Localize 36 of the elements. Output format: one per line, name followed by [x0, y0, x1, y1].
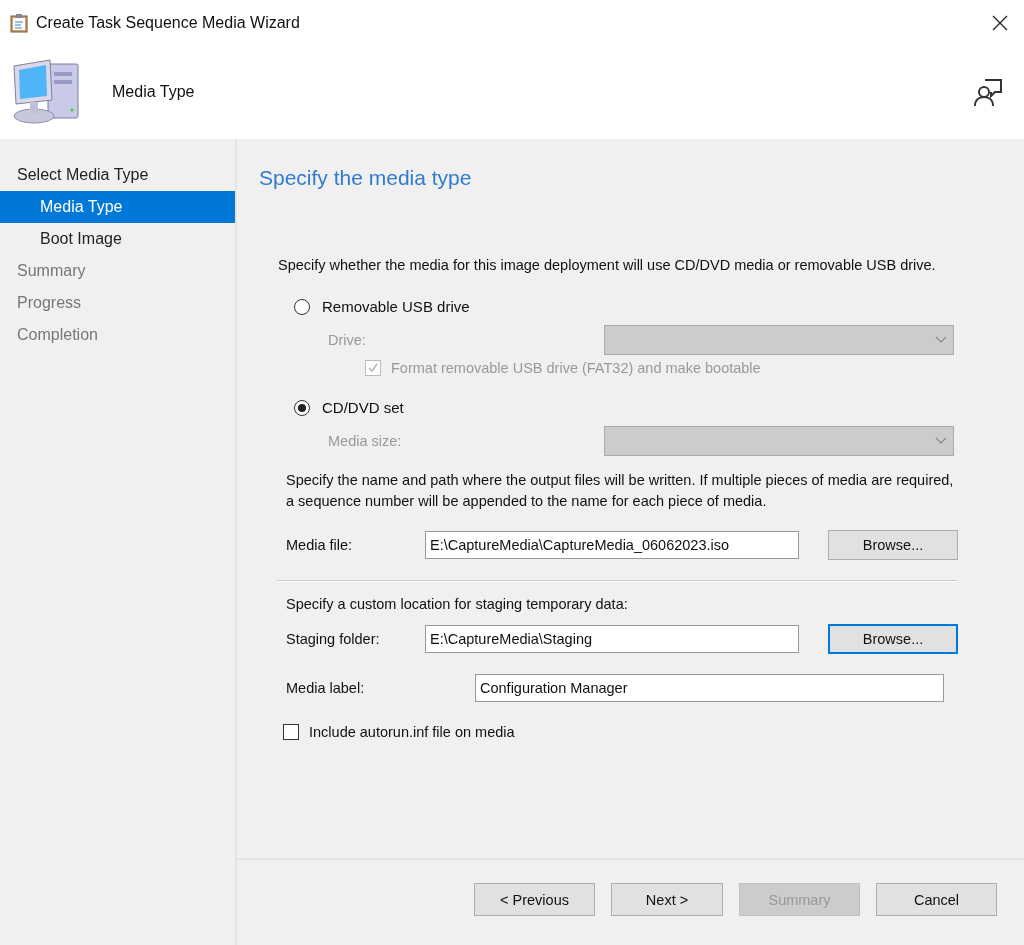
- wizard-step: Progress: [0, 287, 82, 319]
- input-field[interactable]: E:\CaptureMedia\CaptureMedia_06062023.iso: [425, 531, 799, 559]
- chevron-down-icon: [935, 437, 947, 445]
- input-field[interactable]: Configuration Manager: [475, 674, 944, 702]
- window-title: Create Task Sequence Media Wizard: [36, 13, 300, 32]
- wizard-step: Boot Image: [0, 223, 122, 255]
- instruction-text: Specify the name and path where the output files will be written. If multiple pieces of media are required, a sequence number will be appended to the name for each piece of media.: [286, 471, 955, 511]
- field-label: Media label:: [286, 680, 366, 696]
- field-label: Media file:: [286, 537, 354, 553]
- instruction-text: Specify whether the media for this image deployment will use CD/DVD media or removable USB drive.: [278, 256, 937, 275]
- input-field[interactable]: E:\CaptureMedia\Staging: [425, 625, 799, 653]
- wizard-step: Media Type: [0, 191, 235, 223]
- browse-button[interactable]: Browse...: [828, 624, 958, 654]
- wizard-button[interactable]: Next >: [611, 883, 723, 916]
- browse-button[interactable]: Browse...: [828, 530, 958, 560]
- wizard-step: Select Media Type: [0, 159, 149, 191]
- section-heading: Specify the media type: [259, 166, 472, 190]
- chevron-down-icon: [935, 336, 947, 344]
- close-icon[interactable]: [992, 14, 1008, 31]
- wizard-step: Completion: [0, 319, 98, 351]
- dropdown-label: Media size:: [328, 433, 403, 449]
- radio-label[interactable]: Removable USB drive: [322, 298, 470, 315]
- person-feedback-icon[interactable]: [972, 76, 1004, 108]
- dropdown-label: Drive:: [328, 332, 367, 348]
- instruction-text: Specify a custom location for staging temporary data:: [286, 596, 629, 612]
- radio-button[interactable]: [294, 399, 310, 416]
- radio-label[interactable]: CD/DVD set: [322, 399, 404, 416]
- radio-button[interactable]: [294, 298, 310, 315]
- field-label: Staging folder:: [286, 631, 381, 647]
- checkbox-label[interactable]: Include autorun.inf file on media: [309, 724, 515, 740]
- checkbox[interactable]: [283, 724, 299, 740]
- wizard-button[interactable]: < Previous: [474, 883, 595, 916]
- wizard-button[interactable]: Cancel: [876, 883, 997, 916]
- wizard-step: Summary: [0, 255, 86, 287]
- page-title: Media Type: [112, 83, 195, 101]
- wizard-app-icon: [10, 12, 28, 33]
